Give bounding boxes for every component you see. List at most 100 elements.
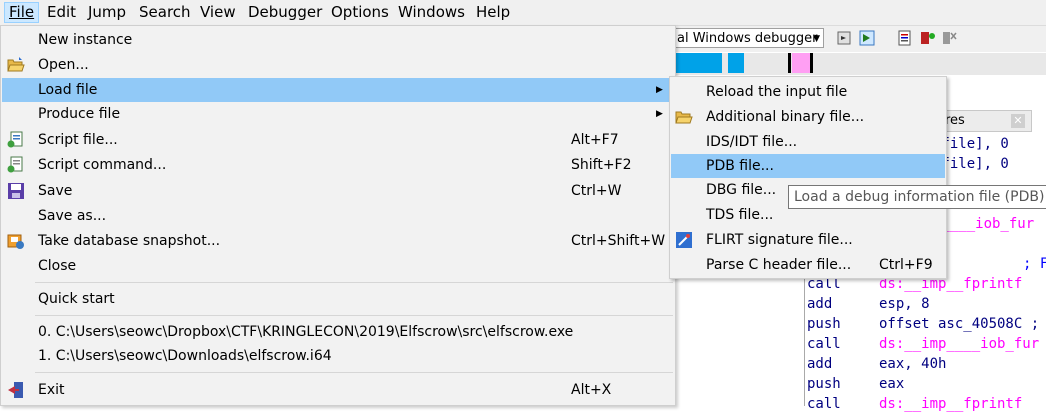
- asm-line: eax, 40h: [879, 356, 946, 372]
- nav-segment-code: [670, 53, 722, 73]
- menu-jump-label: Jump: [88, 3, 127, 21]
- debug-run-icon[interactable]: [858, 29, 876, 47]
- asm-line: offset asc_40508C ;: [879, 316, 1039, 332]
- navigation-band[interactable]: [670, 53, 1046, 75]
- asm-line: esp, 8: [879, 296, 930, 312]
- debugger-select[interactable]: al Windows debugger ▼: [670, 28, 824, 48]
- menu-item-shortcut: Ctrl+W: [571, 183, 622, 199]
- submenu-item-reload-input[interactable]: Reload the input file: [671, 80, 945, 104]
- menu-file[interactable]: File: [4, 2, 40, 23]
- close-icon[interactable]: ✕: [1011, 114, 1025, 128]
- nav-cursor-2: [810, 53, 813, 73]
- menu-view[interactable]: View: [196, 3, 240, 22]
- nav-segment-code-2: [728, 53, 744, 73]
- folder-open-icon: [675, 108, 693, 126]
- load-file-submenu: Reload the input file Additional binary …: [669, 76, 947, 279]
- submenu-item-label: PDB file...: [706, 158, 774, 174]
- asm-line: call: [807, 336, 841, 352]
- menu-item-shortcut: Alt+F7: [571, 132, 619, 148]
- delete-breakpoint-icon[interactable]: [940, 29, 958, 47]
- asm-operand: ds:__imp__fprintf: [879, 396, 1023, 412]
- menu-item-open[interactable]: Open...: [2, 53, 674, 77]
- menu-options[interactable]: Options: [327, 3, 393, 22]
- menu-item-script-command[interactable]: Script command... Shift+F2: [2, 153, 674, 177]
- asm-mnemonic: call: [807, 336, 841, 352]
- asm-line: c____iob_fur: [933, 216, 1034, 232]
- save-icon: [7, 182, 25, 200]
- submenu-item-additional-binary[interactable]: Additional binary file...: [671, 105, 945, 129]
- submenu-item-parse-c-header[interactable]: Parse C header file... Ctrl+F9: [671, 253, 945, 277]
- asm-line: ; F: [1023, 256, 1046, 272]
- menu-item-recent-0[interactable]: 0. C:\Users\seowc\Dropbox\CTF\KRINGLECON…: [2, 320, 674, 344]
- asm-line: ds:__imp__fprintf: [879, 396, 1022, 412]
- asm-line: add: [807, 296, 832, 312]
- asm-mnemonic: add: [807, 356, 833, 372]
- asm-mnemonic: add: [807, 296, 833, 312]
- menu-item-label: Save as...: [38, 208, 107, 224]
- nav-segment-import: [792, 53, 810, 73]
- menu-item-label: Take database snapshot...: [38, 233, 221, 249]
- asm-line: add: [807, 356, 832, 372]
- menu-debugger-label: Debugger: [248, 3, 323, 21]
- menu-item-label: 0. C:\Users\seowc\Dropbox\CTF\KRINGLECON…: [38, 324, 574, 340]
- submenu-item-flirt-signature[interactable]: FLIRT signature file...: [671, 228, 945, 252]
- menu-search[interactable]: Search: [135, 3, 195, 22]
- menu-item-shortcut: Shift+F2: [571, 157, 632, 173]
- breakpoint-icon[interactable]: [918, 29, 936, 47]
- submenu-item-pdb-file[interactable]: PDB file...: [671, 154, 945, 178]
- asm-operand: ds:__imp____iob_fur: [879, 336, 1040, 352]
- submenu-item-label: Parse C header file...: [706, 257, 852, 273]
- menu-separator: [35, 282, 673, 283]
- menu-windows[interactable]: Windows: [394, 3, 469, 22]
- menu-debugger[interactable]: Debugger: [244, 3, 326, 22]
- menu-item-close[interactable]: Close: [2, 254, 674, 278]
- menu-item-script-file[interactable]: Script file... Alt+F7: [2, 128, 674, 152]
- asm-operand: eax: [879, 376, 905, 392]
- debug-step-icon[interactable]: [836, 29, 854, 47]
- menu-item-new-instance[interactable]: New instance: [2, 28, 674, 52]
- menu-item-label: Script file...: [38, 132, 118, 148]
- asm-mnemonic: push: [807, 316, 841, 332]
- tooltip: Load a debug information file (PDB): [788, 185, 1046, 209]
- list-icon[interactable]: [896, 29, 914, 47]
- dropdown-arrow-icon: ▼: [813, 34, 820, 44]
- submenu-item-label: IDS/IDT file...: [706, 134, 798, 150]
- asm-line: call: [807, 396, 841, 412]
- menu-jump[interactable]: Jump: [84, 3, 130, 22]
- menu-item-produce-file[interactable]: Produce file ▶: [2, 102, 674, 126]
- menu-view-label: View: [200, 3, 236, 21]
- exit-icon: [7, 381, 25, 399]
- asm-operand: esp, 8: [879, 296, 930, 312]
- submenu-item-ids-idt[interactable]: IDS/IDT file...: [671, 130, 945, 154]
- menu-item-shortcut: Alt+X: [571, 382, 612, 398]
- menu-options-label: Options: [331, 3, 389, 21]
- menu-item-load-file[interactable]: Load file ▶: [2, 78, 674, 102]
- menu-edit[interactable]: Edit: [43, 3, 80, 22]
- asm-line: ds:__imp____iob_fur: [879, 336, 1039, 352]
- menu-item-label: Open...: [38, 57, 89, 73]
- menu-help[interactable]: Help: [472, 3, 514, 22]
- asm-line: eax: [879, 376, 904, 392]
- debugger-select-value: al Windows debugger: [677, 31, 818, 46]
- menu-item-label: New instance: [38, 32, 133, 48]
- flirt-icon: [675, 231, 693, 249]
- script-command-icon: [7, 156, 25, 174]
- menu-separator: [35, 315, 673, 316]
- asm-comment: ; F: [1023, 256, 1046, 272]
- menu-item-save[interactable]: Save Ctrl+W: [2, 179, 674, 203]
- menu-item-exit[interactable]: Exit Alt+X: [2, 378, 674, 402]
- view-tab[interactable]: res ✕: [940, 110, 1032, 132]
- asm-mnemonic: call: [807, 396, 841, 412]
- menu-item-save-as[interactable]: Save as...: [2, 204, 674, 228]
- view-tab-label: res: [945, 113, 965, 128]
- menu-item-label: Produce file: [38, 106, 121, 122]
- menu-bar: File Edit Jump Search View Debugger Opti…: [0, 0, 1046, 26]
- submenu-item-label: Reload the input file: [706, 84, 848, 100]
- menu-item-take-snapshot[interactable]: Take database snapshot... Ctrl+Shift+W: [2, 229, 674, 253]
- menu-help-label: Help: [476, 3, 511, 21]
- submenu-item-label: Additional binary file...: [706, 109, 865, 125]
- menu-item-quick-start[interactable]: Quick start: [2, 287, 674, 311]
- menu-item-recent-1[interactable]: 1. C:\Users\seowc\Downloads\elfscrow.i64: [2, 344, 674, 368]
- submenu-item-label: TDS file...: [706, 207, 774, 223]
- submenu-arrow-icon: ▶: [656, 109, 663, 119]
